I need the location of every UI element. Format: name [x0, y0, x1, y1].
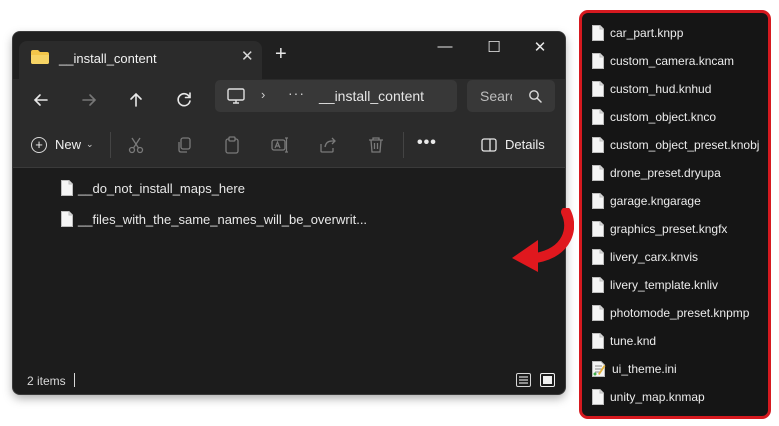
panel-file-name: livery_carx.knvis [610, 250, 699, 264]
panel-file-name: custom_camera.kncam [610, 54, 735, 68]
new-button-label: New [55, 137, 82, 153]
folder-icon [31, 50, 49, 64]
forward-arrow-icon[interactable] [78, 89, 100, 111]
panel-file-item: garage.kngarage [592, 193, 701, 211]
toolbar-divider [403, 132, 404, 158]
document-icon [61, 180, 73, 196]
panel-file-item: custom_object_preset.knobj [592, 137, 759, 155]
document-icon [592, 249, 604, 265]
document-icon [592, 389, 604, 405]
panel-file-item: car_part.knpp [592, 25, 683, 43]
document-icon [592, 221, 604, 237]
address-bar[interactable]: › ··· __install_content [215, 80, 457, 112]
search-input[interactable]: Search [480, 88, 512, 104]
this-pc-icon [227, 88, 245, 104]
delete-icon[interactable] [367, 136, 385, 154]
status-bar: 2 items [13, 367, 565, 394]
navigation-bar: › ··· __install_content Search [13, 79, 565, 123]
panel-file-item: custom_object.knco [592, 109, 716, 127]
document-icon [592, 53, 604, 69]
command-bar: + New ⌄ ••• Details [13, 123, 565, 168]
title-bar: __install_content ✕ + — ☐ ✕ [13, 32, 565, 79]
panel-file-name: custom_object.knco [610, 110, 717, 124]
panel-file-item: livery_carx.knvis [592, 249, 698, 267]
details-pane-icon [481, 138, 497, 152]
panel-file-name: car_part.knpp [610, 26, 684, 40]
document-icon [592, 193, 604, 209]
panel-file-name: garage.kngarage [610, 194, 701, 208]
document-icon [592, 165, 604, 181]
panel-file-name: custom_object_preset.knobj [610, 138, 760, 152]
document-icon [592, 109, 604, 125]
large-icons-view-icon[interactable] [540, 373, 555, 387]
breadcrumb-overflow[interactable]: ··· [288, 85, 305, 101]
add-circle-icon: + [31, 136, 47, 153]
panel-file-item: graphics_preset.kngfx [592, 221, 727, 239]
panel-file-name: drone_preset.dryupa [610, 166, 721, 180]
panel-file-item: photomode_preset.knpmp [592, 305, 749, 323]
refresh-icon[interactable] [173, 89, 195, 111]
item-count: 2 items [27, 374, 66, 388]
panel-file-item: unity_map.knmap [592, 389, 705, 407]
tab-install-content[interactable]: __install_content ✕ [19, 41, 262, 79]
panel-file-name: graphics_preset.kngfx [610, 222, 728, 236]
close-tab-icon[interactable]: ✕ [241, 47, 254, 65]
document-icon [592, 305, 604, 321]
panel-file-item: drone_preset.dryupa [592, 165, 721, 183]
search-box[interactable]: Search [467, 80, 555, 112]
minimize-button[interactable]: — [425, 38, 465, 60]
file-name: __do_not_install_maps_here [78, 181, 245, 196]
document-icon [592, 333, 604, 349]
copy-icon[interactable] [175, 136, 193, 154]
panel-file-name: unity_map.knmap [610, 390, 705, 404]
panel-file-item: custom_hud.knhud [592, 81, 711, 99]
maximize-button[interactable]: ☐ [474, 38, 514, 60]
breadcrumb-current-folder[interactable]: __install_content [319, 88, 424, 104]
details-pane-button[interactable]: Details [481, 137, 545, 152]
up-arrow-icon[interactable] [125, 89, 147, 111]
file-item[interactable]: __files_with_the_same_names_will_be_over… [61, 211, 367, 229]
new-tab-button[interactable]: + [275, 44, 287, 64]
breadcrumb-chevron-icon[interactable]: › [261, 87, 265, 102]
new-button[interactable]: + New ⌄ [31, 136, 94, 156]
share-icon[interactable] [319, 136, 337, 154]
panel-file-name: photomode_preset.knpmp [610, 306, 750, 320]
file-types-panel: car_part.knpp custom_camera.kncam custom… [579, 10, 771, 419]
more-options-button[interactable]: ••• [417, 134, 437, 152]
panel-file-item: tune.knd [592, 333, 656, 351]
panel-file-name: ui_theme.ini [612, 362, 677, 376]
tab-title: __install_content [59, 51, 157, 66]
panel-file-item: ui_theme.ini [592, 361, 677, 379]
red-curved-arrow-icon [512, 208, 574, 272]
cut-icon[interactable] [127, 136, 145, 154]
file-item[interactable]: __do_not_install_maps_here [61, 180, 245, 198]
explorer-window: __install_content ✕ + — ☐ ✕ › ··· __inst… [13, 32, 565, 394]
status-divider [74, 373, 75, 387]
toolbar-divider [110, 132, 111, 158]
file-name: __files_with_the_same_names_will_be_over… [78, 212, 368, 227]
document-icon [592, 25, 604, 41]
panel-file-item: custom_camera.kncam [592, 53, 734, 71]
document-icon [592, 81, 604, 97]
document-icon [592, 277, 604, 293]
details-label: Details [505, 137, 545, 152]
panel-file-name: custom_hud.knhud [610, 82, 712, 96]
paste-icon[interactable] [223, 136, 241, 154]
document-icon [61, 211, 73, 227]
close-window-button[interactable]: ✕ [520, 38, 560, 60]
panel-file-name: tune.knd [610, 334, 657, 348]
chevron-down-icon: ⌄ [86, 139, 94, 150]
file-list: __do_not_install_maps_here __files_with_… [13, 168, 565, 368]
ini-settings-file-icon [592, 361, 606, 377]
panel-file-name: livery_template.knliv [610, 278, 719, 292]
details-view-icon[interactable] [516, 373, 531, 387]
panel-file-item: livery_template.knliv [592, 277, 718, 295]
back-arrow-icon[interactable] [30, 89, 52, 111]
rename-icon[interactable] [271, 136, 289, 154]
document-icon [592, 137, 604, 153]
search-icon [529, 90, 542, 103]
